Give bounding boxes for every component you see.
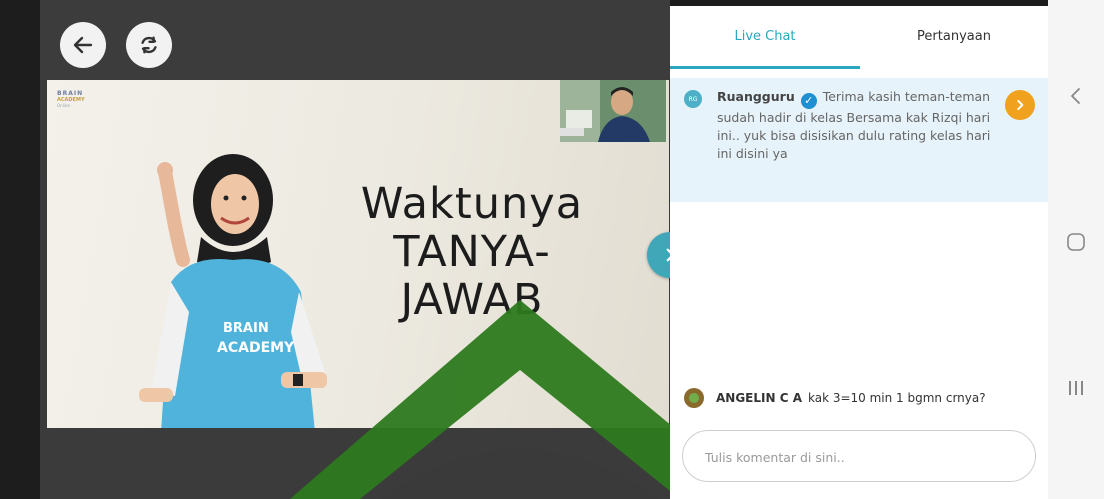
logo-line-1: BRAIN: [57, 90, 84, 97]
player-bottom-bar: [40, 428, 670, 499]
chat-tabs: Live Chat Pertanyaan: [670, 6, 1048, 69]
comment-input-container: [682, 430, 1036, 482]
shirt-text-2: ACADEMY: [217, 340, 295, 356]
chat-message: ANGELIN C A kak 3=10 min 1 bgmn crnya?: [684, 386, 1044, 410]
back-button[interactable]: [60, 22, 106, 68]
recents-nav-icon: [1069, 381, 1083, 395]
android-nav-bar: [1048, 0, 1104, 499]
active-tab-indicator: [670, 66, 860, 69]
chat-message-text: kak 3=10 min 1 bgmn crnya?: [807, 391, 986, 405]
comment-input[interactable]: [703, 446, 1007, 468]
tab-pertanyaan[interactable]: Pertanyaan: [860, 6, 1048, 66]
refresh-button[interactable]: [126, 22, 172, 68]
back-nav-icon: [1071, 88, 1080, 104]
pinned-message: RG Ruangguru ✓ Terima kasih teman-teman …: [670, 78, 1048, 202]
brain-academy-logo: BRAIN ACADEMY Online: [57, 90, 107, 108]
slide-title-line-2: TANYA-: [393, 227, 551, 278]
verified-badge-icon: ✓: [800, 93, 817, 109]
pinned-message-text: Ruangguru ✓ Terima kasih teman-teman sud…: [717, 88, 1007, 163]
webcam-feed: [560, 80, 666, 142]
chat-panel: Live Chat Pertanyaan RG Ruangguru ✓ Teri…: [670, 6, 1048, 499]
pinned-sender-name: Ruangguru: [717, 89, 795, 104]
avatar-icon: [689, 393, 699, 403]
video-player: BRAIN ACADEMY Online BRAIN ACADEMY Waktu…: [40, 0, 670, 499]
user-avatar: [684, 388, 704, 408]
presenter-webcam: [560, 80, 666, 142]
chat-message-sender: ANGELIN C A: [716, 391, 802, 405]
nav-home-button[interactable]: [1056, 222, 1096, 262]
logo-line-3: Online: [57, 103, 70, 108]
ruangguru-avatar: RG: [684, 90, 702, 108]
tab-live-chat[interactable]: Live Chat: [670, 6, 860, 66]
nav-recents-button[interactable]: [1056, 368, 1096, 408]
refresh-icon: [141, 36, 157, 54]
chevron-right-icon: [1017, 99, 1024, 111]
shirt-text-1: BRAIN: [223, 321, 269, 336]
home-nav-icon: [1067, 233, 1085, 251]
arrow-left-icon: [73, 36, 93, 54]
slide-title-line-1: Waktunya: [360, 179, 584, 229]
slide-title-line-3: JAWAB: [400, 275, 544, 326]
nav-back-button[interactable]: [1056, 76, 1096, 116]
slide-title: Waktunya TANYA- JAWAB: [327, 179, 617, 326]
pinned-action-button[interactable]: [1005, 90, 1035, 120]
